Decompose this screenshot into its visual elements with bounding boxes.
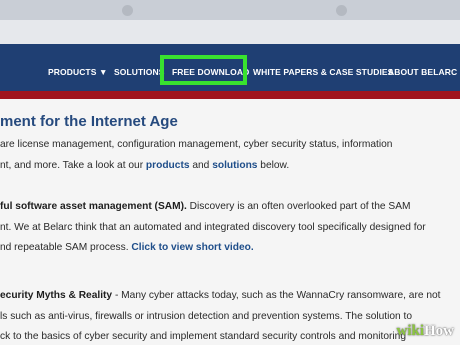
accent-strip <box>0 91 460 99</box>
nav-about-belarc[interactable]: ABOUT BELARC ▼ <box>388 65 460 79</box>
paragraph-text: and <box>189 160 213 171</box>
paragraph-line: ful software asset management (SAM). Dis… <box>0 200 410 214</box>
watermark-wiki: wiki <box>396 323 424 339</box>
paragraph-text: nd repeatable SAM process. <box>0 242 132 253</box>
wikihow-watermark: wikiHow <box>396 323 454 340</box>
browser-chrome-top <box>0 0 460 20</box>
tab-control-icon[interactable] <box>336 5 347 16</box>
highlight-box <box>160 55 247 85</box>
page-heading: ment for the Internet Age <box>0 113 178 130</box>
paragraph-line: ck to the basics of cyber security and i… <box>0 331 406 342</box>
paragraph-text: - Many cyber attacks today, such as the … <box>112 290 441 301</box>
solutions-link[interactable]: solutions <box>212 160 257 171</box>
paragraph-text: nt, and more. Take a look at our <box>0 160 146 171</box>
security-myths-title: ecurity Myths & Reality <box>0 290 113 301</box>
tab-control-icon[interactable] <box>122 5 133 16</box>
browser-toolbar <box>0 20 460 44</box>
paragraph-line: ecurity Myths & Reality - Many cyber att… <box>0 289 441 303</box>
short-video-link[interactable]: Click to view short video. <box>131 242 253 253</box>
paragraph-line: nd repeatable SAM process. Click to view… <box>0 241 254 255</box>
paragraph-line: nt. We at Belarc think that an automated… <box>0 222 426 233</box>
paragraph-line: nt, and more. Take a look at our product… <box>0 159 289 173</box>
products-link[interactable]: products <box>146 160 190 171</box>
paragraph-text: Discovery is an often overlooked part of… <box>186 201 411 212</box>
paragraph-line: are license management, configuration ma… <box>0 139 393 150</box>
paragraph-line: ls such as anti-virus, firewalls or intr… <box>0 311 413 322</box>
paragraph-text: below. <box>257 160 290 171</box>
nav-solutions[interactable]: SOLUTIONS <box>114 65 165 79</box>
nav-products[interactable]: PRODUCTS ▼ <box>48 65 107 79</box>
nav-white-papers[interactable]: WHITE PAPERS & CASE STUDIES <box>253 65 393 79</box>
watermark-how: How <box>424 323 454 339</box>
sam-title: ful software asset management (SAM). <box>0 201 187 212</box>
